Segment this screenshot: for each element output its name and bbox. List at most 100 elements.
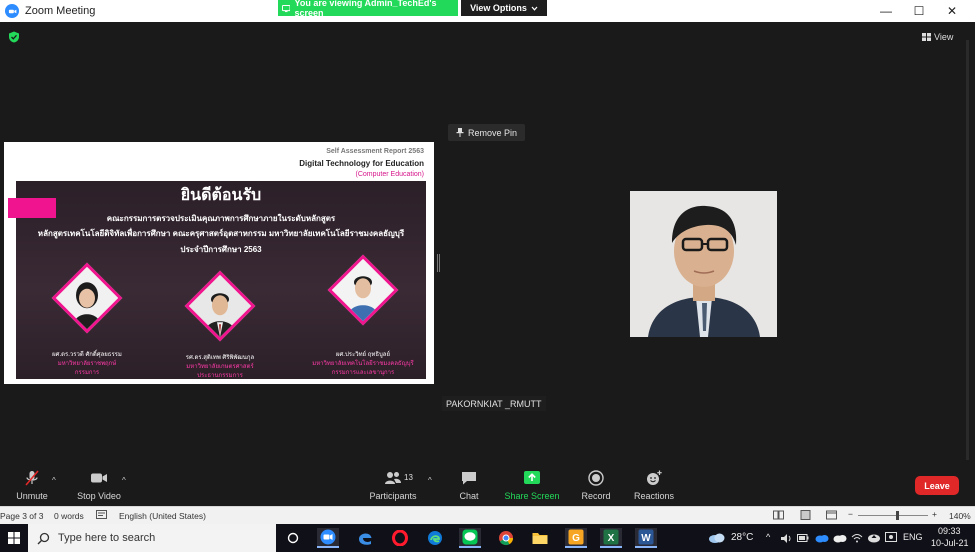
remove-pin-button[interactable]: Remove Pin bbox=[448, 124, 526, 141]
participants-icon bbox=[385, 472, 401, 484]
share-screen-icon bbox=[524, 471, 540, 484]
screen-capture-icon[interactable] bbox=[885, 532, 897, 543]
participants-options-caret[interactable]: ^ bbox=[428, 476, 432, 485]
member-photo-2 bbox=[184, 270, 256, 342]
encryption-shield-icon[interactable] bbox=[8, 31, 20, 43]
svg-text:W: W bbox=[641, 533, 651, 544]
unmute-label: Unmute bbox=[16, 491, 48, 501]
member-photo-3 bbox=[327, 254, 399, 326]
svg-text:X: X bbox=[608, 533, 615, 544]
welcome-panel: ยินดีต้อนรับ คณะกรรมการตรวจประเมินคุณภาพ… bbox=[16, 181, 426, 379]
excel-icon[interactable]: X bbox=[600, 528, 622, 548]
zoom-logo-icon bbox=[5, 4, 19, 18]
participant-video-image bbox=[630, 191, 777, 337]
participant-name-tag: PAKORNKIAT _RMUTT bbox=[442, 396, 546, 411]
committee-member-2: รศ.ดร.สุติเทพ ศิริพิพัฒนกุล มหาวิทยาลัยเ… bbox=[156, 265, 284, 379]
chrome-icon[interactable] bbox=[495, 528, 517, 548]
reactions-button[interactable]: Reactions bbox=[619, 470, 689, 506]
grid-view-icon bbox=[922, 33, 931, 41]
page-count[interactable]: Page 3 of 3 bbox=[0, 511, 43, 521]
onedrive-icon[interactable] bbox=[815, 533, 829, 543]
leave-button[interactable]: Leave bbox=[915, 476, 959, 495]
taskbar-search-box[interactable]: Type here to search bbox=[28, 524, 276, 552]
proofing-icon[interactable] bbox=[96, 510, 107, 522]
window-title: Zoom Meeting bbox=[25, 5, 96, 17]
windows-taskbar: Type here to search G X W 28°C ^ ENG 09:… bbox=[0, 524, 975, 552]
zoom-slider-track[interactable] bbox=[858, 515, 928, 516]
wifi-icon[interactable] bbox=[851, 533, 863, 543]
viewing-screen-banner: You are viewing Admin_TechEd's screen bbox=[278, 0, 458, 18]
read-mode-icon[interactable] bbox=[773, 510, 784, 522]
pin-icon bbox=[456, 128, 464, 137]
member-role: กรรมการและเลขานุการ bbox=[331, 370, 395, 376]
language-indicator[interactable]: English (United States) bbox=[119, 511, 206, 521]
member-role: กรรมการ bbox=[74, 370, 100, 376]
share-screen-button[interactable]: Share Screen bbox=[497, 470, 567, 506]
welcome-heading: ยินดีต้อนรับ bbox=[180, 187, 262, 204]
opera-icon[interactable] bbox=[389, 528, 411, 548]
member-photo-1 bbox=[51, 262, 123, 334]
word-count[interactable]: 0 words bbox=[54, 511, 84, 521]
search-icon bbox=[37, 532, 50, 544]
edge-icon[interactable] bbox=[424, 528, 446, 548]
zoom-in-button[interactable]: + bbox=[932, 509, 937, 519]
volume-icon[interactable] bbox=[780, 533, 792, 544]
minimize-button[interactable]: — bbox=[869, 0, 903, 22]
member-role: ประธานกรรมการ bbox=[197, 373, 243, 379]
view-options-button[interactable]: View Options bbox=[461, 0, 547, 16]
print-layout-icon[interactable] bbox=[800, 510, 811, 522]
web-layout-icon[interactable] bbox=[826, 510, 837, 522]
committee-line: คณะกรรมการตรวจประเมินคุณภาพการศึกษาภายใน… bbox=[106, 214, 336, 223]
task-view-icon[interactable] bbox=[282, 528, 304, 548]
stop-video-label: Stop Video bbox=[77, 491, 121, 501]
zoom-slider-thumb[interactable] bbox=[896, 511, 899, 520]
line-app-icon[interactable] bbox=[459, 528, 481, 548]
video-options-caret[interactable]: ^ bbox=[122, 476, 126, 485]
participant-video[interactable] bbox=[630, 191, 777, 337]
video-camera-icon bbox=[91, 473, 107, 483]
viewing-banner-text: You are viewing Admin_TechEd's screen bbox=[294, 0, 437, 18]
participants-count: 13 bbox=[404, 473, 413, 482]
view-options-label: View Options bbox=[470, 3, 527, 13]
view-layout-button[interactable]: View bbox=[922, 30, 953, 44]
onedrive-personal-icon[interactable] bbox=[833, 533, 847, 543]
curriculum-line: หลักสูตรเทคโนโลยีดิจิทัลเพื่อการศึกษา คณ… bbox=[37, 229, 405, 238]
zoom-meeting-window: Zoom Meeting You are viewing Admin_TechE… bbox=[0, 0, 975, 552]
input-language[interactable]: ENG bbox=[903, 532, 923, 542]
record-label: Record bbox=[581, 491, 611, 501]
zoom-app-icon[interactable] bbox=[317, 528, 339, 548]
word-icon[interactable]: W bbox=[635, 528, 657, 548]
split-view-handle[interactable] bbox=[437, 254, 440, 272]
audio-options-caret[interactable]: ^ bbox=[52, 476, 56, 485]
maximize-button[interactable]: ☐ bbox=[902, 0, 936, 22]
reactions-smiley-icon bbox=[647, 470, 662, 485]
chat-bubble-icon bbox=[462, 472, 476, 485]
cloud-upload-icon[interactable] bbox=[867, 532, 881, 543]
weather-temperature[interactable]: 28°C bbox=[731, 532, 753, 543]
svg-text:G: G bbox=[572, 533, 580, 544]
shortcut-app-icon[interactable]: G bbox=[565, 528, 587, 548]
zoom-out-button[interactable]: − bbox=[848, 509, 853, 519]
unmute-button[interactable]: Unmute bbox=[0, 470, 67, 506]
close-button[interactable]: ✕ bbox=[935, 0, 969, 22]
file-explorer-icon[interactable] bbox=[529, 528, 551, 548]
tray-overflow-caret[interactable]: ^ bbox=[766, 532, 770, 542]
edge-legacy-icon[interactable] bbox=[354, 528, 376, 548]
search-placeholder: Type here to search bbox=[58, 532, 156, 544]
weather-cloud-icon[interactable] bbox=[708, 532, 726, 544]
report-title: Self Assessment Report 2563 bbox=[326, 148, 424, 155]
windows-logo-icon bbox=[8, 532, 20, 544]
slide-pink-tag bbox=[8, 198, 56, 218]
share-screen-label: Share Screen bbox=[504, 491, 560, 501]
chat-button[interactable]: Chat bbox=[434, 470, 504, 506]
committee-member-1: ผศ.ดร.วรวดี ศักดิ์ศุลยธรรม มหาวิทยาลัยรา… bbox=[23, 262, 151, 376]
remove-pin-label: Remove Pin bbox=[468, 127, 518, 138]
scrollbar[interactable] bbox=[966, 40, 969, 460]
start-button[interactable] bbox=[0, 524, 28, 552]
clock-date[interactable]: 10-Jul-21 bbox=[931, 538, 969, 548]
program-subtitle: (Computer Education) bbox=[355, 171, 424, 178]
battery-icon[interactable] bbox=[797, 533, 809, 543]
zoom-level[interactable]: 140% bbox=[949, 511, 971, 521]
clock-time[interactable]: 09:33 bbox=[938, 526, 961, 536]
participants-button[interactable]: Participants bbox=[358, 470, 428, 506]
